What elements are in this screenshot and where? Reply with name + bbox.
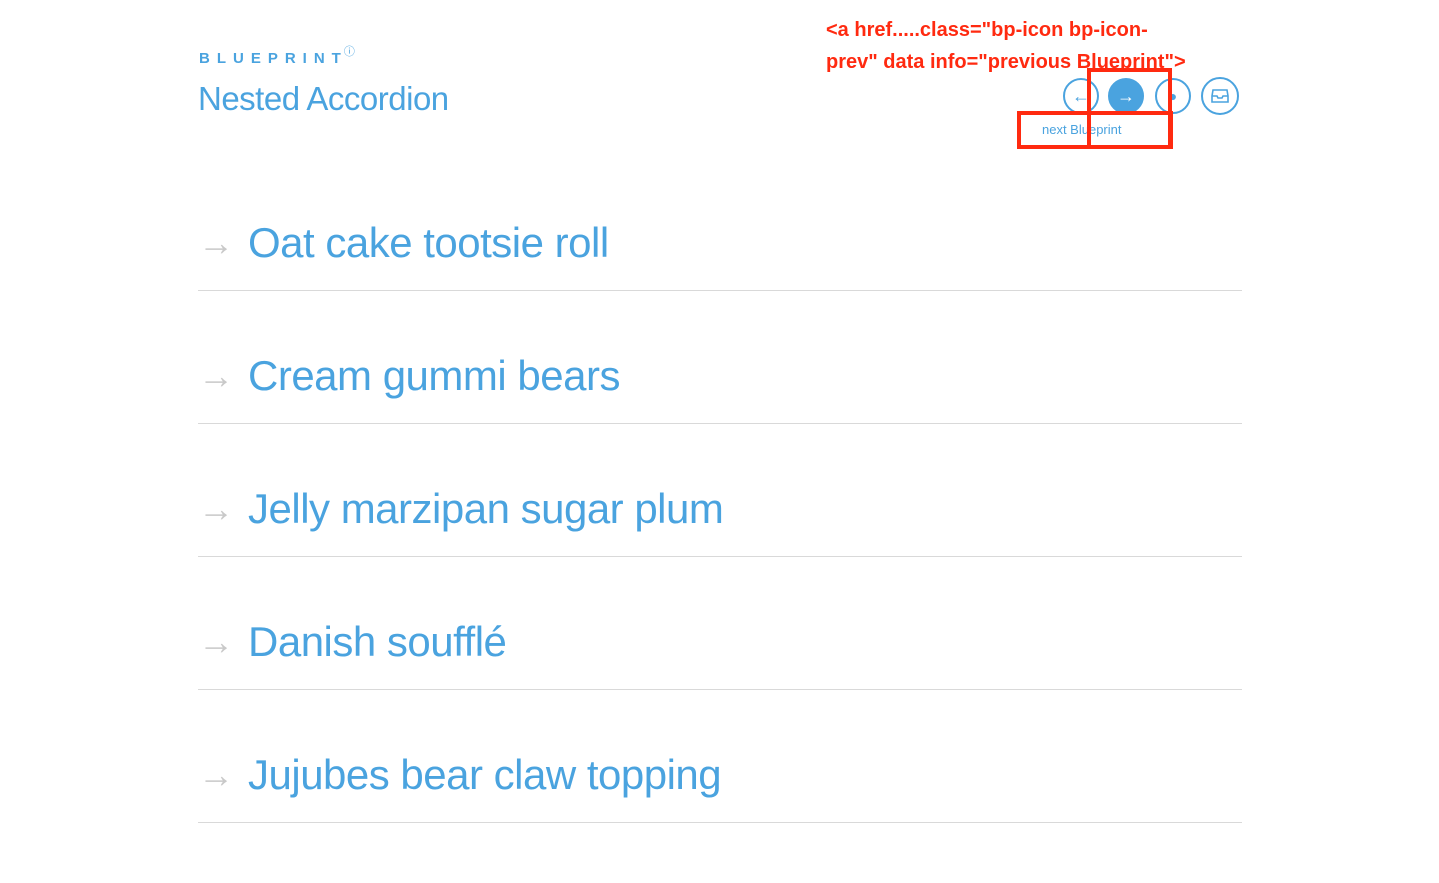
brand-logo[interactable]: BLUEPRINTⓘ	[199, 46, 359, 67]
arrow-right-icon: →	[198, 488, 234, 529]
arrow-right-icon: →	[198, 355, 234, 396]
accordion-item[interactable]: → Cream gummi bears	[198, 315, 1242, 424]
accordion-item-label: Cream gummi bears	[248, 352, 620, 399]
accordion-item-label: Jelly marzipan sugar plum	[248, 485, 724, 532]
accordion-item-label: Oat cake tootsie roll	[248, 219, 609, 266]
accordion-item-label: Danish soufflé	[248, 618, 507, 665]
annotation-highlight-box	[1017, 111, 1173, 149]
arrow-right-icon: →	[198, 754, 234, 795]
arrow-right-icon: →	[198, 222, 234, 263]
accordion-item-label: Jujubes bear claw topping	[248, 751, 722, 798]
accordion-item[interactable]: → Jujubes bear claw topping	[198, 714, 1242, 823]
arrow-right-icon: →	[198, 621, 234, 662]
accordion-item[interactable]: → Jelly marzipan sugar plum	[198, 448, 1242, 557]
accordion-item[interactable]: → Danish soufflé	[198, 581, 1242, 690]
archive-button[interactable]	[1201, 77, 1239, 115]
brand-text: BLUEPRINT	[199, 50, 348, 67]
question-circle-icon[interactable]: ⓘ	[344, 46, 355, 58]
page: BLUEPRINTⓘ Nested Accordion ← → ● next B…	[0, 0, 1439, 883]
accordion: → Oat cake tootsie roll → Cream gummi be…	[198, 182, 1242, 847]
accordion-item[interactable]: → Oat cake tootsie roll	[198, 182, 1242, 291]
page-title: Nested Accordion	[198, 80, 449, 117]
archive-box-icon	[1211, 89, 1229, 103]
